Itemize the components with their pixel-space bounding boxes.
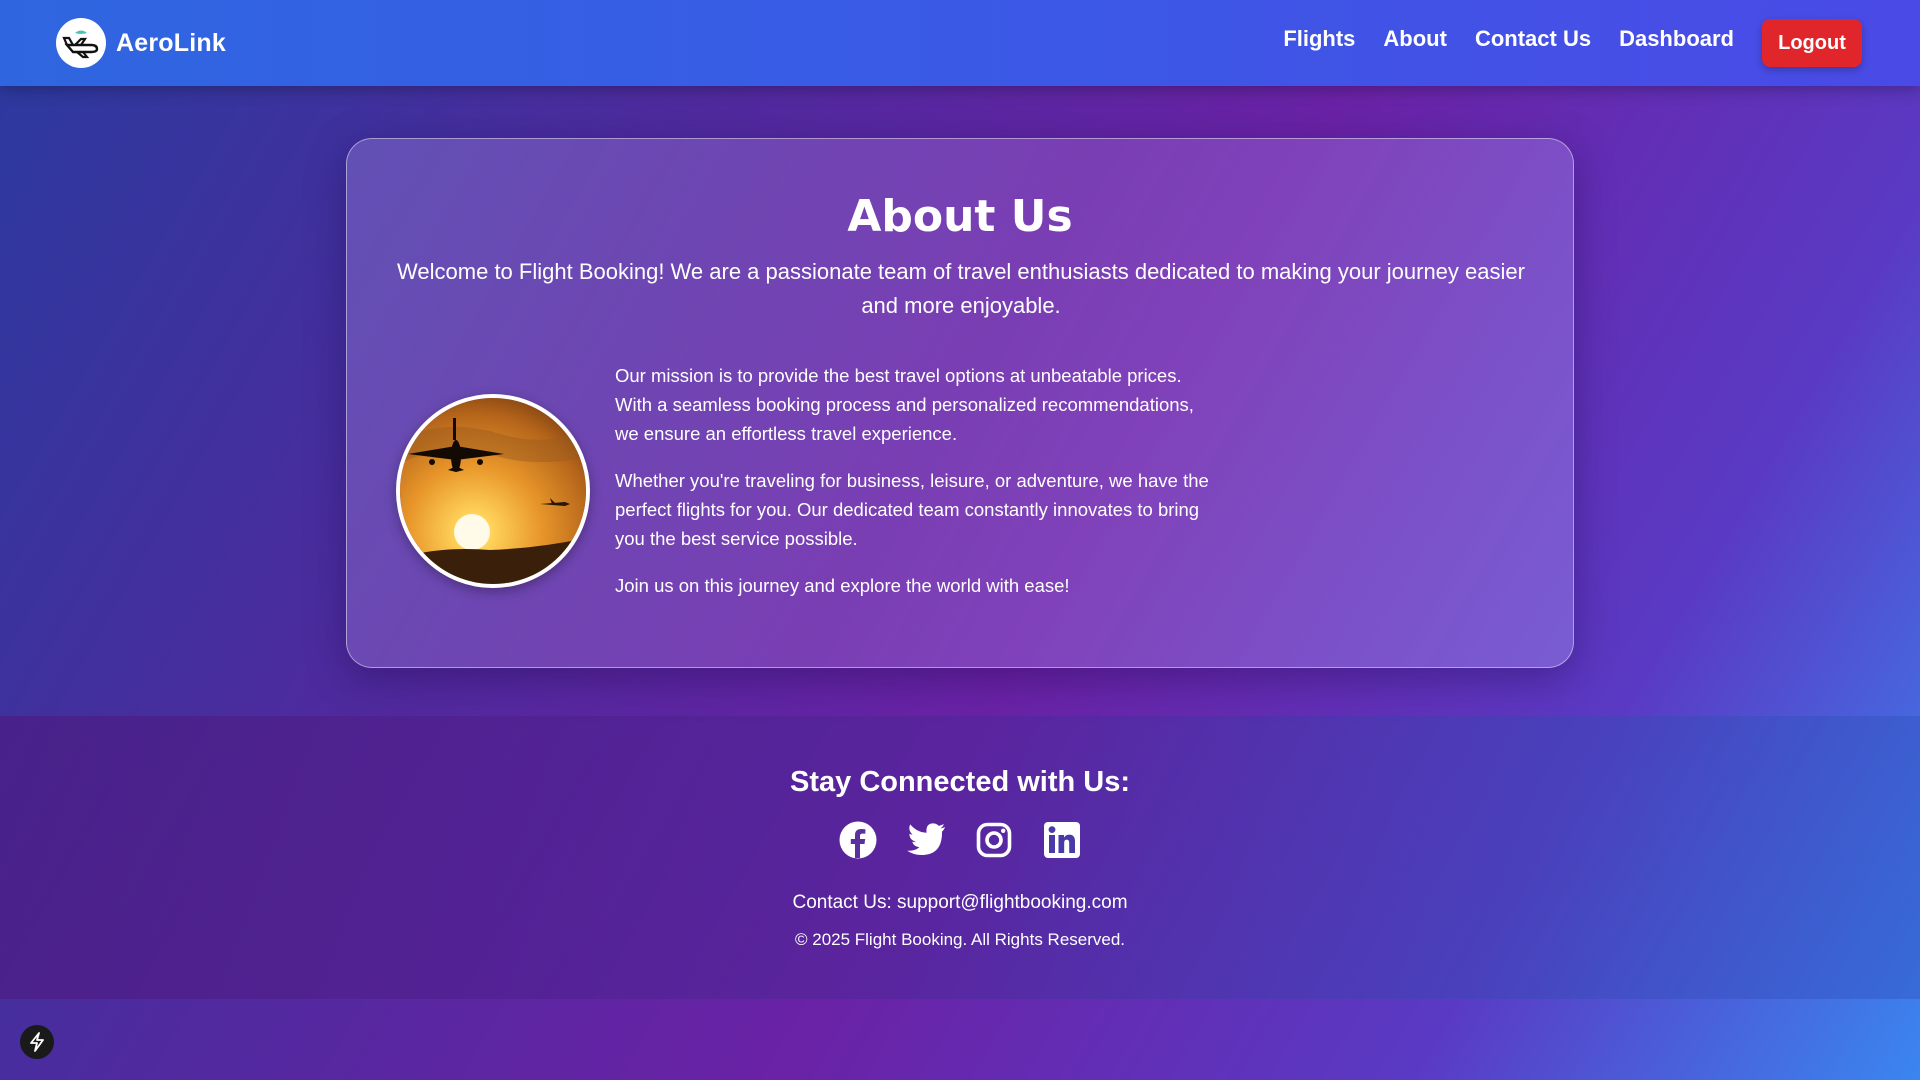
linkedin-icon[interactable] — [1042, 820, 1082, 860]
airplane-logo-icon — [56, 18, 106, 68]
nav-links: Flights About Contact Us Dashboard Logou… — [1283, 19, 1862, 67]
bolt-icon[interactable] — [20, 1025, 54, 1059]
logout-button[interactable]: Logout — [1762, 19, 1862, 67]
twitter-icon[interactable] — [906, 820, 946, 860]
facebook-icon[interactable] — [838, 820, 878, 860]
instagram-icon[interactable] — [974, 820, 1014, 860]
about-join: Join us on this journey and explore the … — [615, 575, 1070, 596]
nav-link-dashboard[interactable]: Dashboard — [1619, 26, 1734, 52]
about-body: Our mission is to provide the best trave… — [615, 361, 1215, 618]
nav-link-flights[interactable]: Flights — [1283, 26, 1355, 52]
social-links — [0, 820, 1920, 860]
about-services: Whether you're traveling for business, l… — [615, 470, 1209, 549]
navbar: AeroLink Flights About Contact Us Dashbo… — [0, 0, 1920, 86]
footer-copyright: © 2025 Flight Booking. All Rights Reserv… — [794, 930, 1126, 949]
page-title: About Us — [847, 191, 1073, 242]
footer: Stay Connected with Us: Contact Us: supp… — [0, 716, 1920, 999]
about-intro: Welcome to Flight Booking! We are a pass… — [397, 259, 1525, 318]
about-card: About Us Welcome to Flight Booking! We a… — [346, 138, 1574, 668]
airplane-sunset-image — [396, 394, 590, 588]
nav-link-about[interactable]: About — [1383, 26, 1447, 52]
brand-name: AeroLink — [116, 28, 226, 57]
footer-title: Stay Connected with Us: — [790, 766, 1130, 798]
about-mission: Our mission is to provide the best trave… — [615, 365, 1194, 444]
brand[interactable]: AeroLink — [56, 18, 226, 68]
footer-contact: Contact Us: support@flightbooking.com — [792, 892, 1128, 913]
nav-link-contact[interactable]: Contact Us — [1475, 26, 1591, 52]
